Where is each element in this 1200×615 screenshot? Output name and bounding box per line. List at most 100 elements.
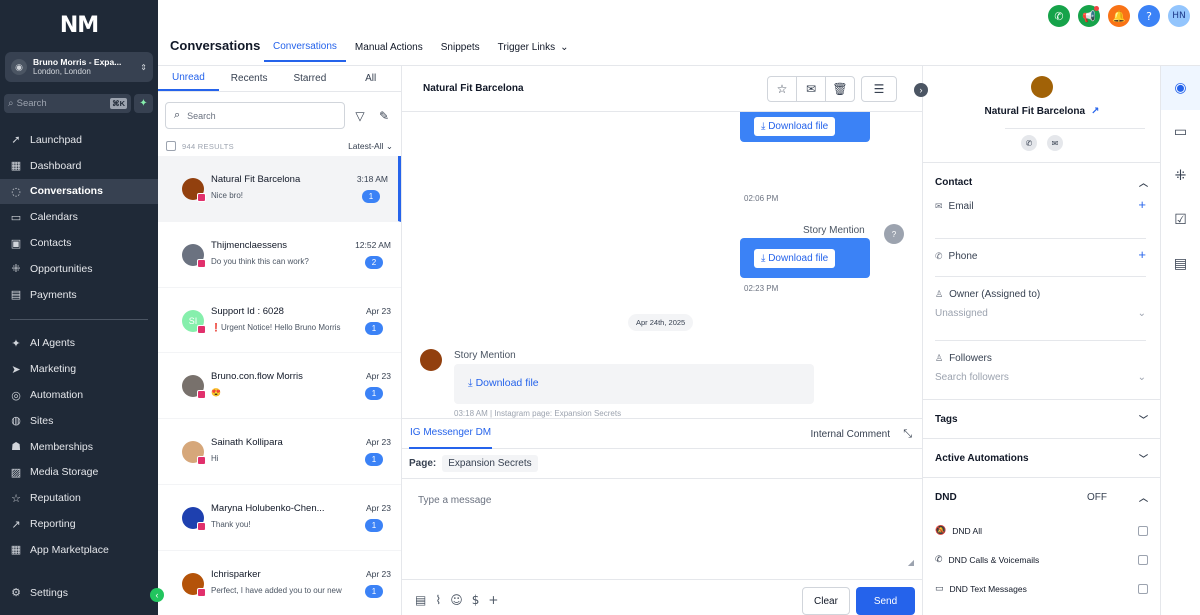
page-select[interactable]: Expansion Secrets: [442, 455, 538, 472]
conversation-item[interactable]: Bruno.con.flow Morris 😍 Apr 23 1: [158, 353, 401, 420]
tab-conversations[interactable]: Conversations: [264, 32, 346, 62]
automations-section-header[interactable]: Active Automations ﹀: [923, 439, 1160, 477]
sidebar-item-sites[interactable]: ◍ Sites: [0, 408, 158, 434]
calendar-icon[interactable]: ▭: [1161, 110, 1200, 154]
tab-ig-messenger-dm[interactable]: IG Messenger DM: [409, 419, 493, 449]
conversation-item[interactable]: Maryna Holubenko-Chen... Thank you! Apr 23…: [158, 485, 401, 551]
download-file-link[interactable]: ⤓ Download file: [468, 377, 539, 390]
opportunities-icon[interactable]: ⁜: [1161, 154, 1200, 198]
conversation-item[interactable]: SI Support Id : 6028 ❗Urgent Notice! Hello…: [158, 288, 401, 354]
conversation-item[interactable]: Ichrisparker Perfect, I have added you to…: [158, 551, 401, 615]
tab-trigger-links[interactable]: Trigger Links ⌄: [489, 32, 578, 62]
dnd-all-checkbox[interactable]: [1138, 525, 1148, 536]
filter-tab-starred[interactable]: Starred: [280, 66, 341, 91]
notes-icon[interactable]: ▤: [1161, 242, 1200, 286]
collapse-sidebar-button[interactable]: ‹: [150, 588, 164, 602]
sidebar-item-automation[interactable]: ◎ Automation: [0, 382, 158, 408]
tab-manual-actions[interactable]: Manual Actions: [346, 32, 432, 62]
conversation-item[interactable]: Thijmenclaessens Do you think this can wo…: [158, 222, 401, 288]
sidebar-item-opportunities[interactable]: ⁜ Opportunities: [0, 256, 158, 282]
owner-select[interactable]: Unassigned ⌄: [935, 308, 1146, 319]
ai-sparkle-button[interactable]: ✦: [134, 94, 153, 113]
sidebar-item-media-storage[interactable]: ▨ Media Storage: [0, 460, 158, 486]
dnd-calls-checkbox[interactable]: [1138, 554, 1148, 565]
delete-button[interactable]: 🗑: [825, 76, 855, 102]
tasks-icon[interactable]: ☑: [1161, 198, 1200, 242]
download-file-link[interactable]: ⤓ Download file: [754, 117, 836, 136]
tab-snippets[interactable]: Snippets: [432, 32, 489, 62]
calendar-icon: ▭: [10, 210, 22, 224]
template-icon[interactable]: ▤: [415, 593, 426, 607]
expand-panel-button[interactable]: ›: [914, 83, 928, 97]
filter-tab-unread[interactable]: Unread: [158, 66, 219, 91]
conversation-name: Ichrisparker: [211, 568, 261, 580]
clear-button[interactable]: Clear: [802, 587, 850, 615]
resize-handle-icon[interactable]: ◢: [908, 558, 914, 567]
conversation-search-input[interactable]: ⌕ Search: [165, 102, 345, 129]
contact-avatar: [420, 349, 442, 371]
sidebar-search[interactable]: ⌕ Search ⌘K: [4, 94, 131, 113]
sidebar-item-dashboard[interactable]: ▦ Dashboard: [0, 153, 158, 179]
sidebar-item-payments[interactable]: ▤ Payments: [0, 282, 158, 308]
message-input[interactable]: Type a message ◢: [402, 479, 922, 569]
sidebar-item-conversations[interactable]: ◌ Conversations: [0, 178, 158, 205]
bell-icon[interactable]: 🔔: [1108, 5, 1130, 27]
conversation-name: Sainath Kollipara: [211, 437, 283, 449]
sidebar-item-app-marketplace[interactable]: ▦ App Marketplace: [0, 537, 158, 563]
star-button[interactable]: ☆: [767, 76, 797, 102]
dollar-icon[interactable]: $: [472, 593, 480, 607]
sidebar-search-placeholder: Search: [16, 98, 47, 109]
select-all-checkbox[interactable]: [166, 141, 176, 151]
sidebar-item-calendars[interactable]: ▭ Calendars: [0, 204, 158, 230]
dashboard-icon: ▦: [10, 159, 22, 173]
megaphone-icon[interactable]: 📢: [1078, 5, 1100, 27]
sidebar-item-contacts[interactable]: ▣ Contacts: [0, 230, 158, 256]
filter-tab-all[interactable]: All: [340, 66, 401, 91]
external-link-icon[interactable]: ↗: [1091, 106, 1099, 117]
call-contact-icon[interactable]: ✆: [1021, 135, 1037, 151]
avatar: SI: [182, 309, 206, 334]
sidebar-item-marketing[interactable]: ➤ Marketing: [0, 356, 158, 382]
sidebar-divider: [10, 318, 148, 320]
brand-logo[interactable]: NM: [0, 0, 158, 50]
filter-messages-button[interactable]: ☰: [861, 76, 897, 102]
filter-tab-recents[interactable]: Recents: [219, 66, 280, 91]
attachment-icon[interactable]: ⌇: [435, 593, 441, 607]
conversation-item[interactable]: Sainath Kollipara Hi Apr 23 1: [158, 419, 401, 485]
download-file-link[interactable]: ⤓ Download file: [754, 249, 836, 268]
sidebar-item-memberships[interactable]: ☗ Memberships: [0, 434, 158, 460]
chevron-down-icon: ⌄: [1137, 372, 1146, 383]
sort-dropdown[interactable]: Latest-All ⌄: [348, 141, 393, 152]
contact-section-header[interactable]: Contact ︿: [923, 163, 1160, 201]
sidebar-item-reporting[interactable]: ↗ Reporting: [0, 511, 158, 537]
mark-read-button[interactable]: ✉: [796, 76, 826, 102]
sidebar-item-ai-agents[interactable]: ✦ AI Agents: [0, 331, 158, 357]
dnd-section-header[interactable]: DND OFF ︿: [923, 478, 1160, 516]
sidebar-item-launchpad[interactable]: ➚ Launchpad: [0, 127, 158, 153]
compose-icon[interactable]: ✎: [375, 109, 393, 123]
location-icon: ◉: [11, 59, 27, 75]
dnd-text-checkbox[interactable]: [1138, 583, 1148, 594]
add-phone-button[interactable]: +: [1138, 247, 1146, 262]
email-contact-icon[interactable]: ✉: [1047, 135, 1063, 151]
emoji-icon[interactable]: ☺: [450, 593, 463, 607]
conversation-name: Thijmenclaessens: [211, 239, 288, 251]
help-icon[interactable]: ?: [1138, 5, 1160, 27]
sidebar-item-settings[interactable]: ⚙ Settings: [0, 580, 158, 606]
collapse-composer-icon[interactable]: ⤡: [903, 427, 912, 441]
add-email-button[interactable]: +: [1138, 197, 1146, 212]
filter-icon[interactable]: ▽: [351, 109, 369, 123]
followers-select[interactable]: Search followers ⌄: [935, 372, 1146, 383]
followers-icon: ♙: [935, 353, 944, 364]
conversation-name: Bruno.con.flow Morris: [211, 371, 303, 383]
contact-profile-icon[interactable]: ◉: [1161, 66, 1200, 110]
sidebar-item-reputation[interactable]: ☆ Reputation: [0, 485, 158, 511]
send-button[interactable]: Send: [856, 587, 915, 615]
user-avatar-icon[interactable]: HN: [1168, 5, 1190, 27]
plus-icon[interactable]: +: [488, 593, 498, 607]
tags-section-header[interactable]: Tags ﹀: [923, 400, 1160, 438]
tab-internal-comment[interactable]: Internal Comment: [811, 419, 890, 449]
conversation-item[interactable]: Natural Fit Barcelona Nice bro! 3:18 AM 1: [158, 156, 401, 222]
location-switcher[interactable]: ◉ Bruno Morris - Expa... London, London …: [5, 52, 153, 82]
phone-icon[interactable]: ✆: [1048, 5, 1070, 27]
